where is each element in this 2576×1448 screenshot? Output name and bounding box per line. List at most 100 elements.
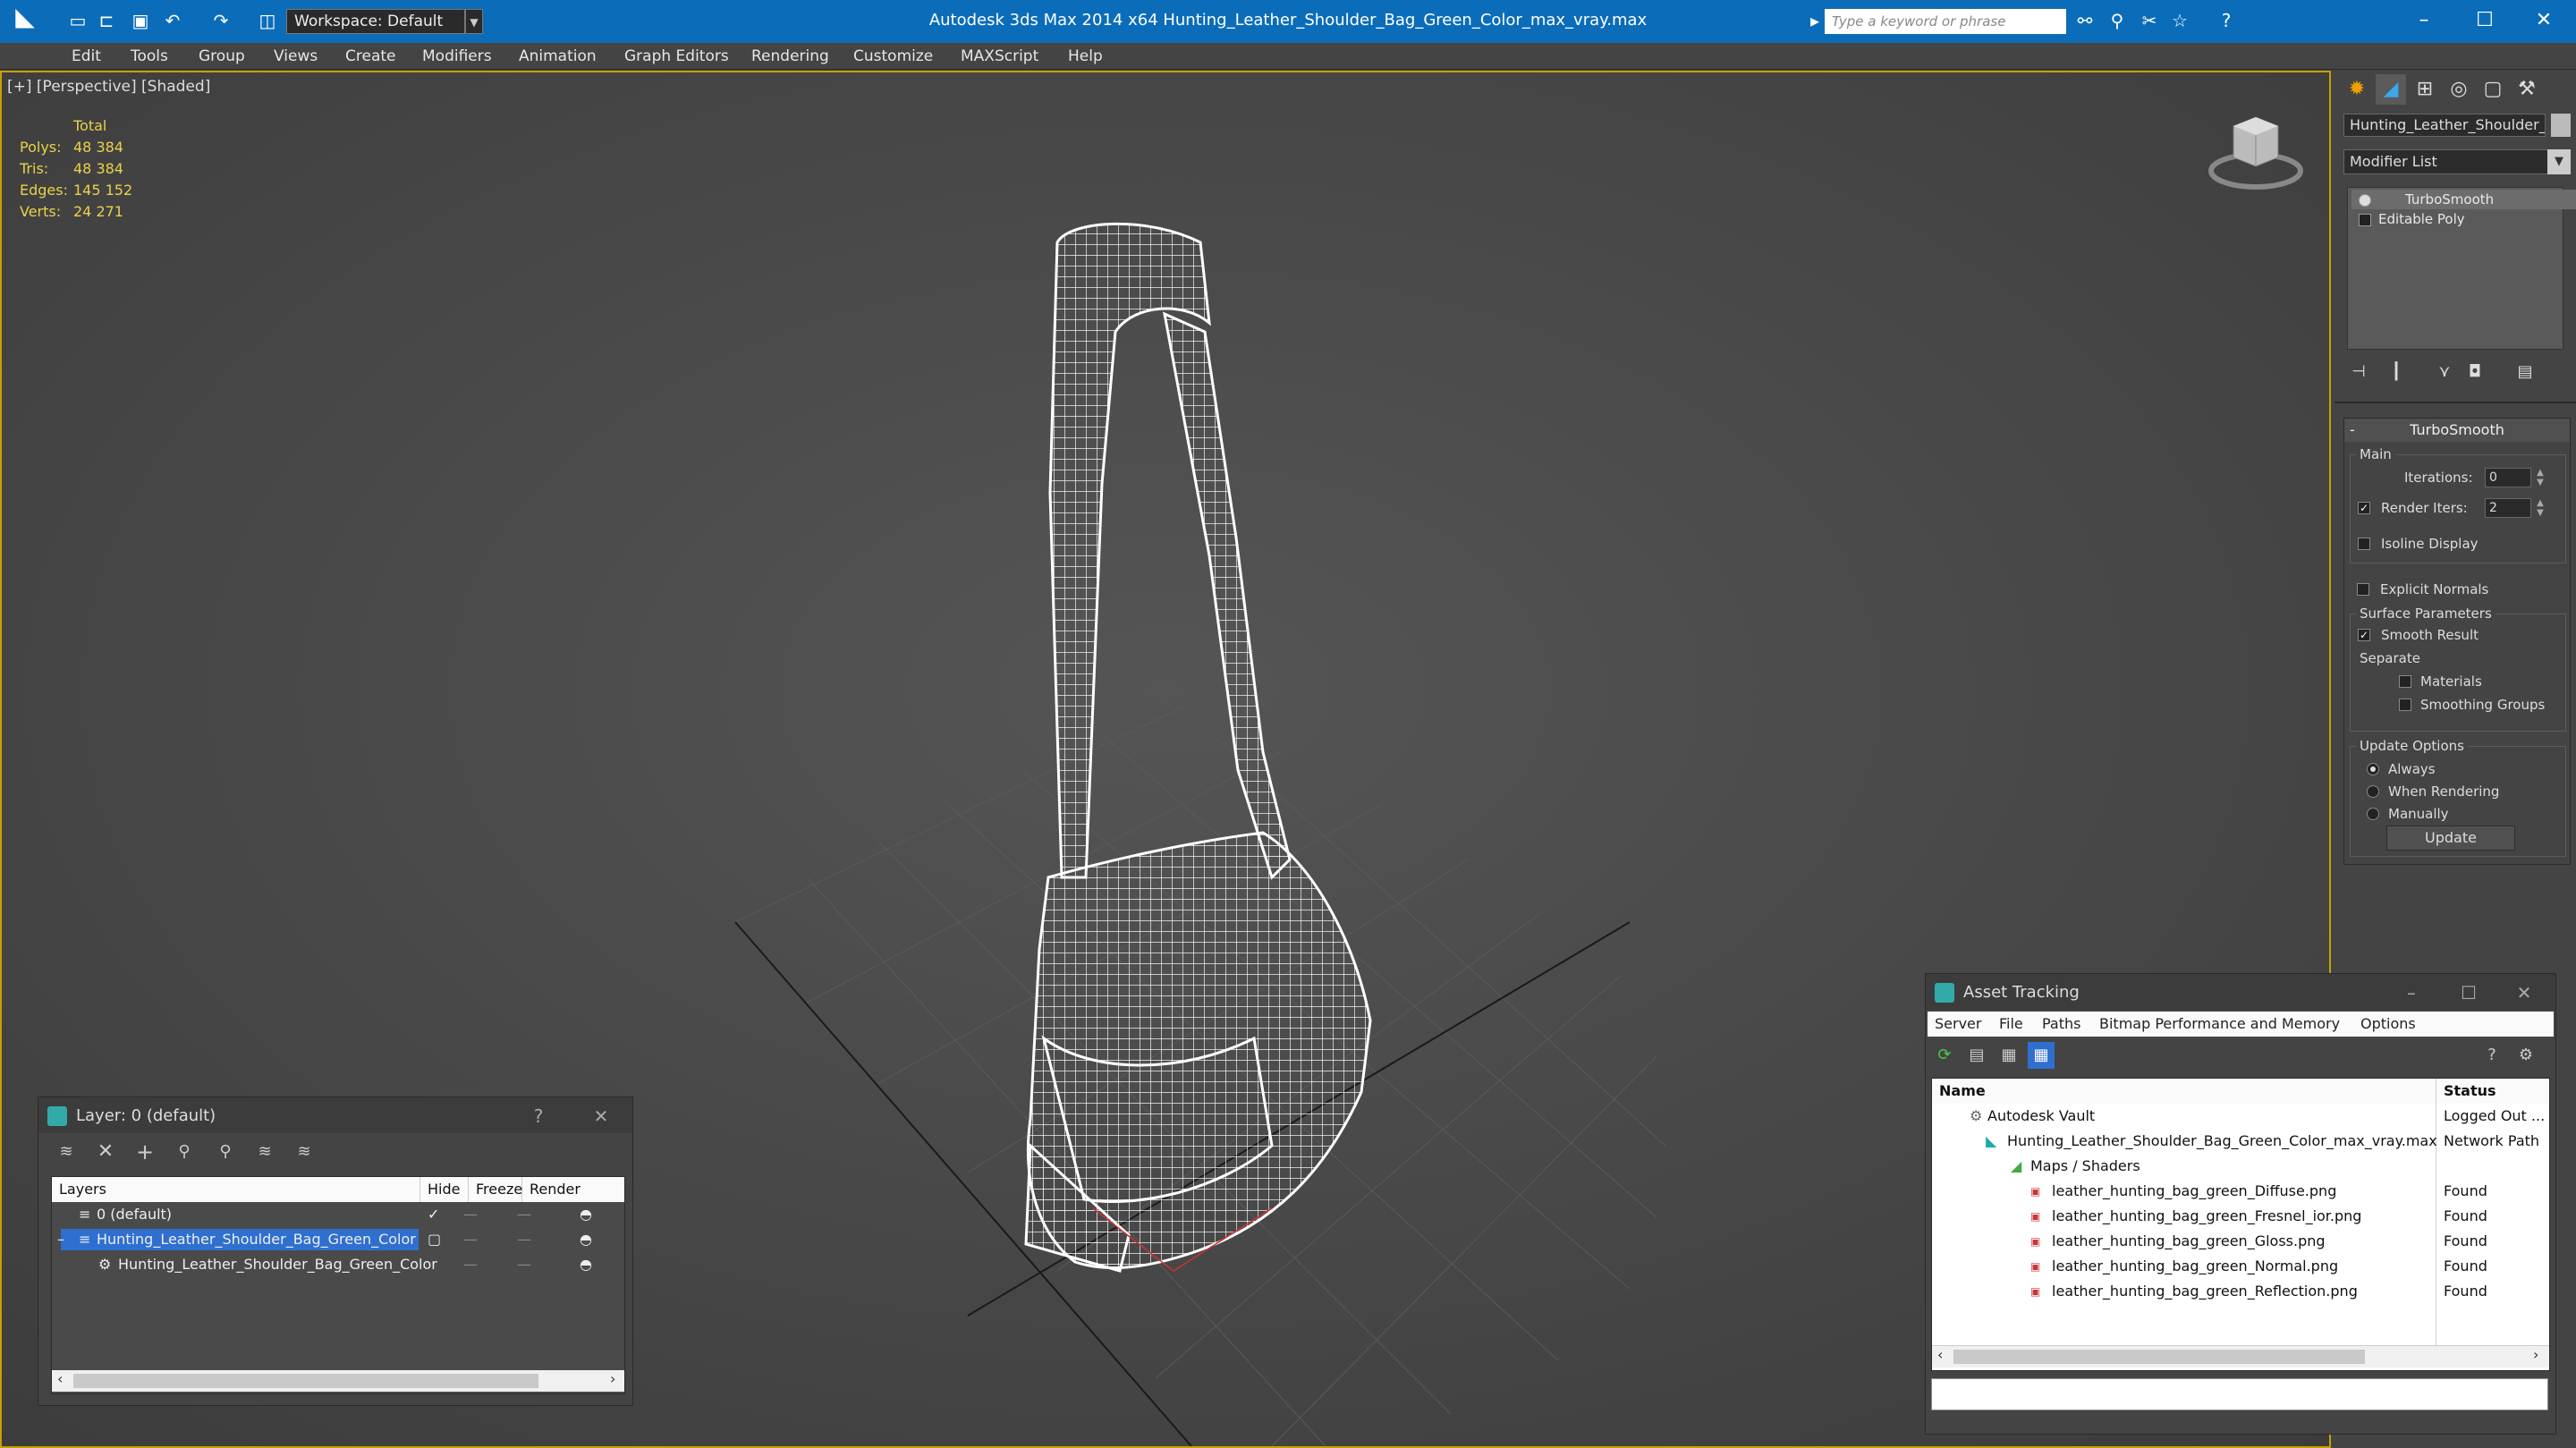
layer-box-icon[interactable]: ▢	[428, 1227, 441, 1252]
asset-menu-server[interactable]: Server	[1935, 1015, 1981, 1032]
create-layer-icon[interactable]: ≋	[53, 1139, 80, 1165]
object-name-field[interactable]: Hunting_Leather_Shoulder_B	[2343, 114, 2546, 137]
hierarchy-tab-icon[interactable]: ⊞	[2410, 74, 2440, 105]
communication-icon[interactable]: ✂	[2138, 9, 2161, 32]
lightbulb-icon[interactable]	[2359, 194, 2371, 207]
table-row[interactable]: ⚙ Autodesk Vault Logged Out ...	[1932, 1104, 2549, 1129]
asset-menu-file[interactable]: File	[1999, 1015, 2023, 1032]
horizontal-scrollbar[interactable]: ‹ ›	[1932, 1345, 2549, 1368]
render-teapot-icon[interactable]: ◓	[580, 1202, 592, 1227]
asset-menu-paths[interactable]: Paths	[2042, 1015, 2080, 1032]
menu-animation[interactable]: Animation	[519, 47, 597, 65]
menu-tools[interactable]: Tools	[131, 47, 168, 65]
stack-item-turbosmooth[interactable]: TurboSmooth	[2351, 190, 2576, 209]
modify-tab-icon[interactable]: ◢	[2376, 74, 2406, 105]
menu-group[interactable]: Group	[199, 47, 245, 65]
menu-modifiers[interactable]: Modifiers	[422, 47, 492, 65]
scroll-thumb[interactable]	[73, 1374, 538, 1388]
make-unique-icon[interactable]: ⋎	[2433, 360, 2456, 384]
menu-help[interactable]: Help	[1068, 47, 1103, 65]
settings-icon[interactable]: ⚙	[2512, 1042, 2539, 1069]
chevron-down-icon[interactable]: ▼	[2547, 149, 2571, 174]
render-teapot-icon[interactable]: ◓	[580, 1227, 592, 1252]
when-rendering-radio[interactable]	[2367, 785, 2379, 798]
motion-tab-icon[interactable]: ◎	[2444, 74, 2474, 105]
hide-toggle[interactable]: —	[463, 1252, 478, 1277]
stack-item-editable-poly[interactable]: Editable Poly	[2351, 209, 2465, 229]
layer-dialog-titlebar[interactable]: Layer: 0 (default) ? ✕	[38, 1097, 632, 1133]
maximize-icon[interactable]: ☐	[2457, 981, 2480, 1004]
isoline-display-checkbox[interactable]	[2358, 538, 2370, 550]
table-row[interactable]: ▣ leather_hunting_bag_green_Fresnel_ior.…	[1932, 1204, 2549, 1229]
freeze-toggle[interactable]: —	[517, 1252, 531, 1277]
col-status[interactable]: Status	[2436, 1079, 2549, 1104]
table-row[interactable]: ▣ leather_hunting_bag_green_Gloss.png Fo…	[1932, 1229, 2549, 1254]
layer-row[interactable]: – ≡ Hunting_Leather_Shoulder_Bag_Green_C…	[52, 1227, 624, 1252]
binoculars-icon[interactable]: ⚯	[2073, 9, 2097, 32]
menu-views[interactable]: Views	[274, 47, 318, 65]
always-radio[interactable]	[2367, 763, 2379, 775]
close-icon[interactable]: ✕	[2512, 981, 2536, 1004]
scroll-right-icon[interactable]: ›	[610, 1370, 615, 1387]
rollout-header[interactable]: - TurboSmooth	[2344, 419, 2570, 442]
refresh-icon[interactable]: ⟳	[1931, 1042, 1958, 1069]
scroll-thumb[interactable]	[1953, 1350, 2365, 1364]
menu-rendering[interactable]: Rendering	[751, 47, 829, 65]
search-expand-icon[interactable]: ▸	[1803, 9, 1826, 32]
object-color-swatch[interactable]	[2551, 114, 2571, 137]
table-row[interactable]: ◣ Hunting_Leather_Shoulder_Bag_Green_Col…	[1932, 1129, 2549, 1154]
col-hide[interactable]: Hide	[420, 1177, 469, 1202]
menu-customize[interactable]: Customize	[853, 47, 933, 65]
show-end-result-icon[interactable]: ┃	[2385, 360, 2408, 384]
display-tab-icon[interactable]: ▢	[2478, 74, 2508, 105]
help-icon[interactable]: ?	[2215, 9, 2238, 32]
table-row[interactable]: ▣ leather_hunting_bag_green_Diffuse.png …	[1932, 1179, 2549, 1204]
asset-menu-bitmap[interactable]: Bitmap Performance and Memory	[2099, 1015, 2340, 1032]
menu-graph-editors[interactable]: Graph Editors	[624, 47, 729, 65]
table-row[interactable]: ▣ leather_hunting_bag_green_Reflection.p…	[1932, 1279, 2549, 1304]
remove-modifier-icon[interactable]: ◘	[2463, 360, 2487, 384]
table-row[interactable]: ◢ Maps / Shaders	[1932, 1154, 2549, 1179]
minimize-icon[interactable]: –	[2400, 981, 2423, 1004]
manually-radio[interactable]	[2367, 808, 2379, 820]
add-to-layer-icon[interactable]: +	[131, 1139, 158, 1165]
subscription-icon[interactable]: ⚲	[2106, 9, 2129, 32]
collapse-icon[interactable]: –	[57, 1227, 64, 1252]
highlight-layer-icon[interactable]: ⚲	[212, 1139, 239, 1165]
smoothing-groups-checkbox[interactable]	[2399, 699, 2411, 711]
hide-all-layers-icon[interactable]: ≋	[251, 1139, 278, 1165]
select-objects-icon[interactable]: ⚲	[171, 1139, 198, 1165]
scroll-left-icon[interactable]: ‹	[57, 1370, 63, 1387]
table-row[interactable]: ▣ leather_hunting_bag_green_Normal.png F…	[1932, 1254, 2549, 1279]
render-iters-spinner[interactable]: 2	[2485, 498, 2531, 518]
configure-sets-icon[interactable]: ▤	[2513, 360, 2537, 384]
favorites-star-icon[interactable]: ☆	[2168, 9, 2191, 32]
menu-edit[interactable]: Edit	[72, 47, 101, 65]
update-button[interactable]: Update	[2386, 826, 2515, 851]
scroll-left-icon[interactable]: ‹	[1937, 1346, 1943, 1363]
hide-toggle[interactable]: —	[463, 1227, 478, 1252]
freeze-toggle[interactable]: —	[517, 1227, 531, 1252]
explicit-normals-checkbox[interactable]	[2357, 583, 2369, 596]
asset-menu-options[interactable]: Options	[2360, 1015, 2416, 1032]
help-icon[interactable]: ?	[527, 1105, 550, 1128]
menu-create[interactable]: Create	[345, 47, 396, 65]
materials-checkbox[interactable]	[2399, 675, 2411, 688]
freeze-all-layers-icon[interactable]: ≋	[291, 1139, 318, 1165]
hide-toggle[interactable]: —	[463, 1202, 478, 1227]
layer-row[interactable]: ⚙ Hunting_Leather_Shoulder_Bag_Green_Col…	[52, 1252, 624, 1277]
col-freeze[interactable]: Freeze	[469, 1177, 522, 1202]
spinner-arrows-icon[interactable]: ▲ ▼	[2535, 468, 2546, 487]
pin-stack-icon[interactable]: ⊣	[2347, 360, 2370, 384]
minimize-icon[interactable]: –	[2397, 4, 2451, 38]
help-icon[interactable]: ?	[2479, 1042, 2505, 1069]
col-name[interactable]: Name	[1932, 1079, 2436, 1104]
modifier-list-dropdown[interactable]: Modifier List	[2343, 149, 2562, 174]
col-layers[interactable]: Layers	[52, 1177, 420, 1202]
freeze-toggle[interactable]: —	[517, 1202, 531, 1227]
asset-path-field[interactable]	[1931, 1378, 2548, 1410]
close-icon[interactable]: ✕	[589, 1105, 613, 1128]
utilities-tab-icon[interactable]: ⚒	[2512, 74, 2542, 105]
col-render[interactable]: Render	[522, 1177, 624, 1202]
smooth-result-checkbox[interactable]: ✓	[2358, 629, 2370, 641]
